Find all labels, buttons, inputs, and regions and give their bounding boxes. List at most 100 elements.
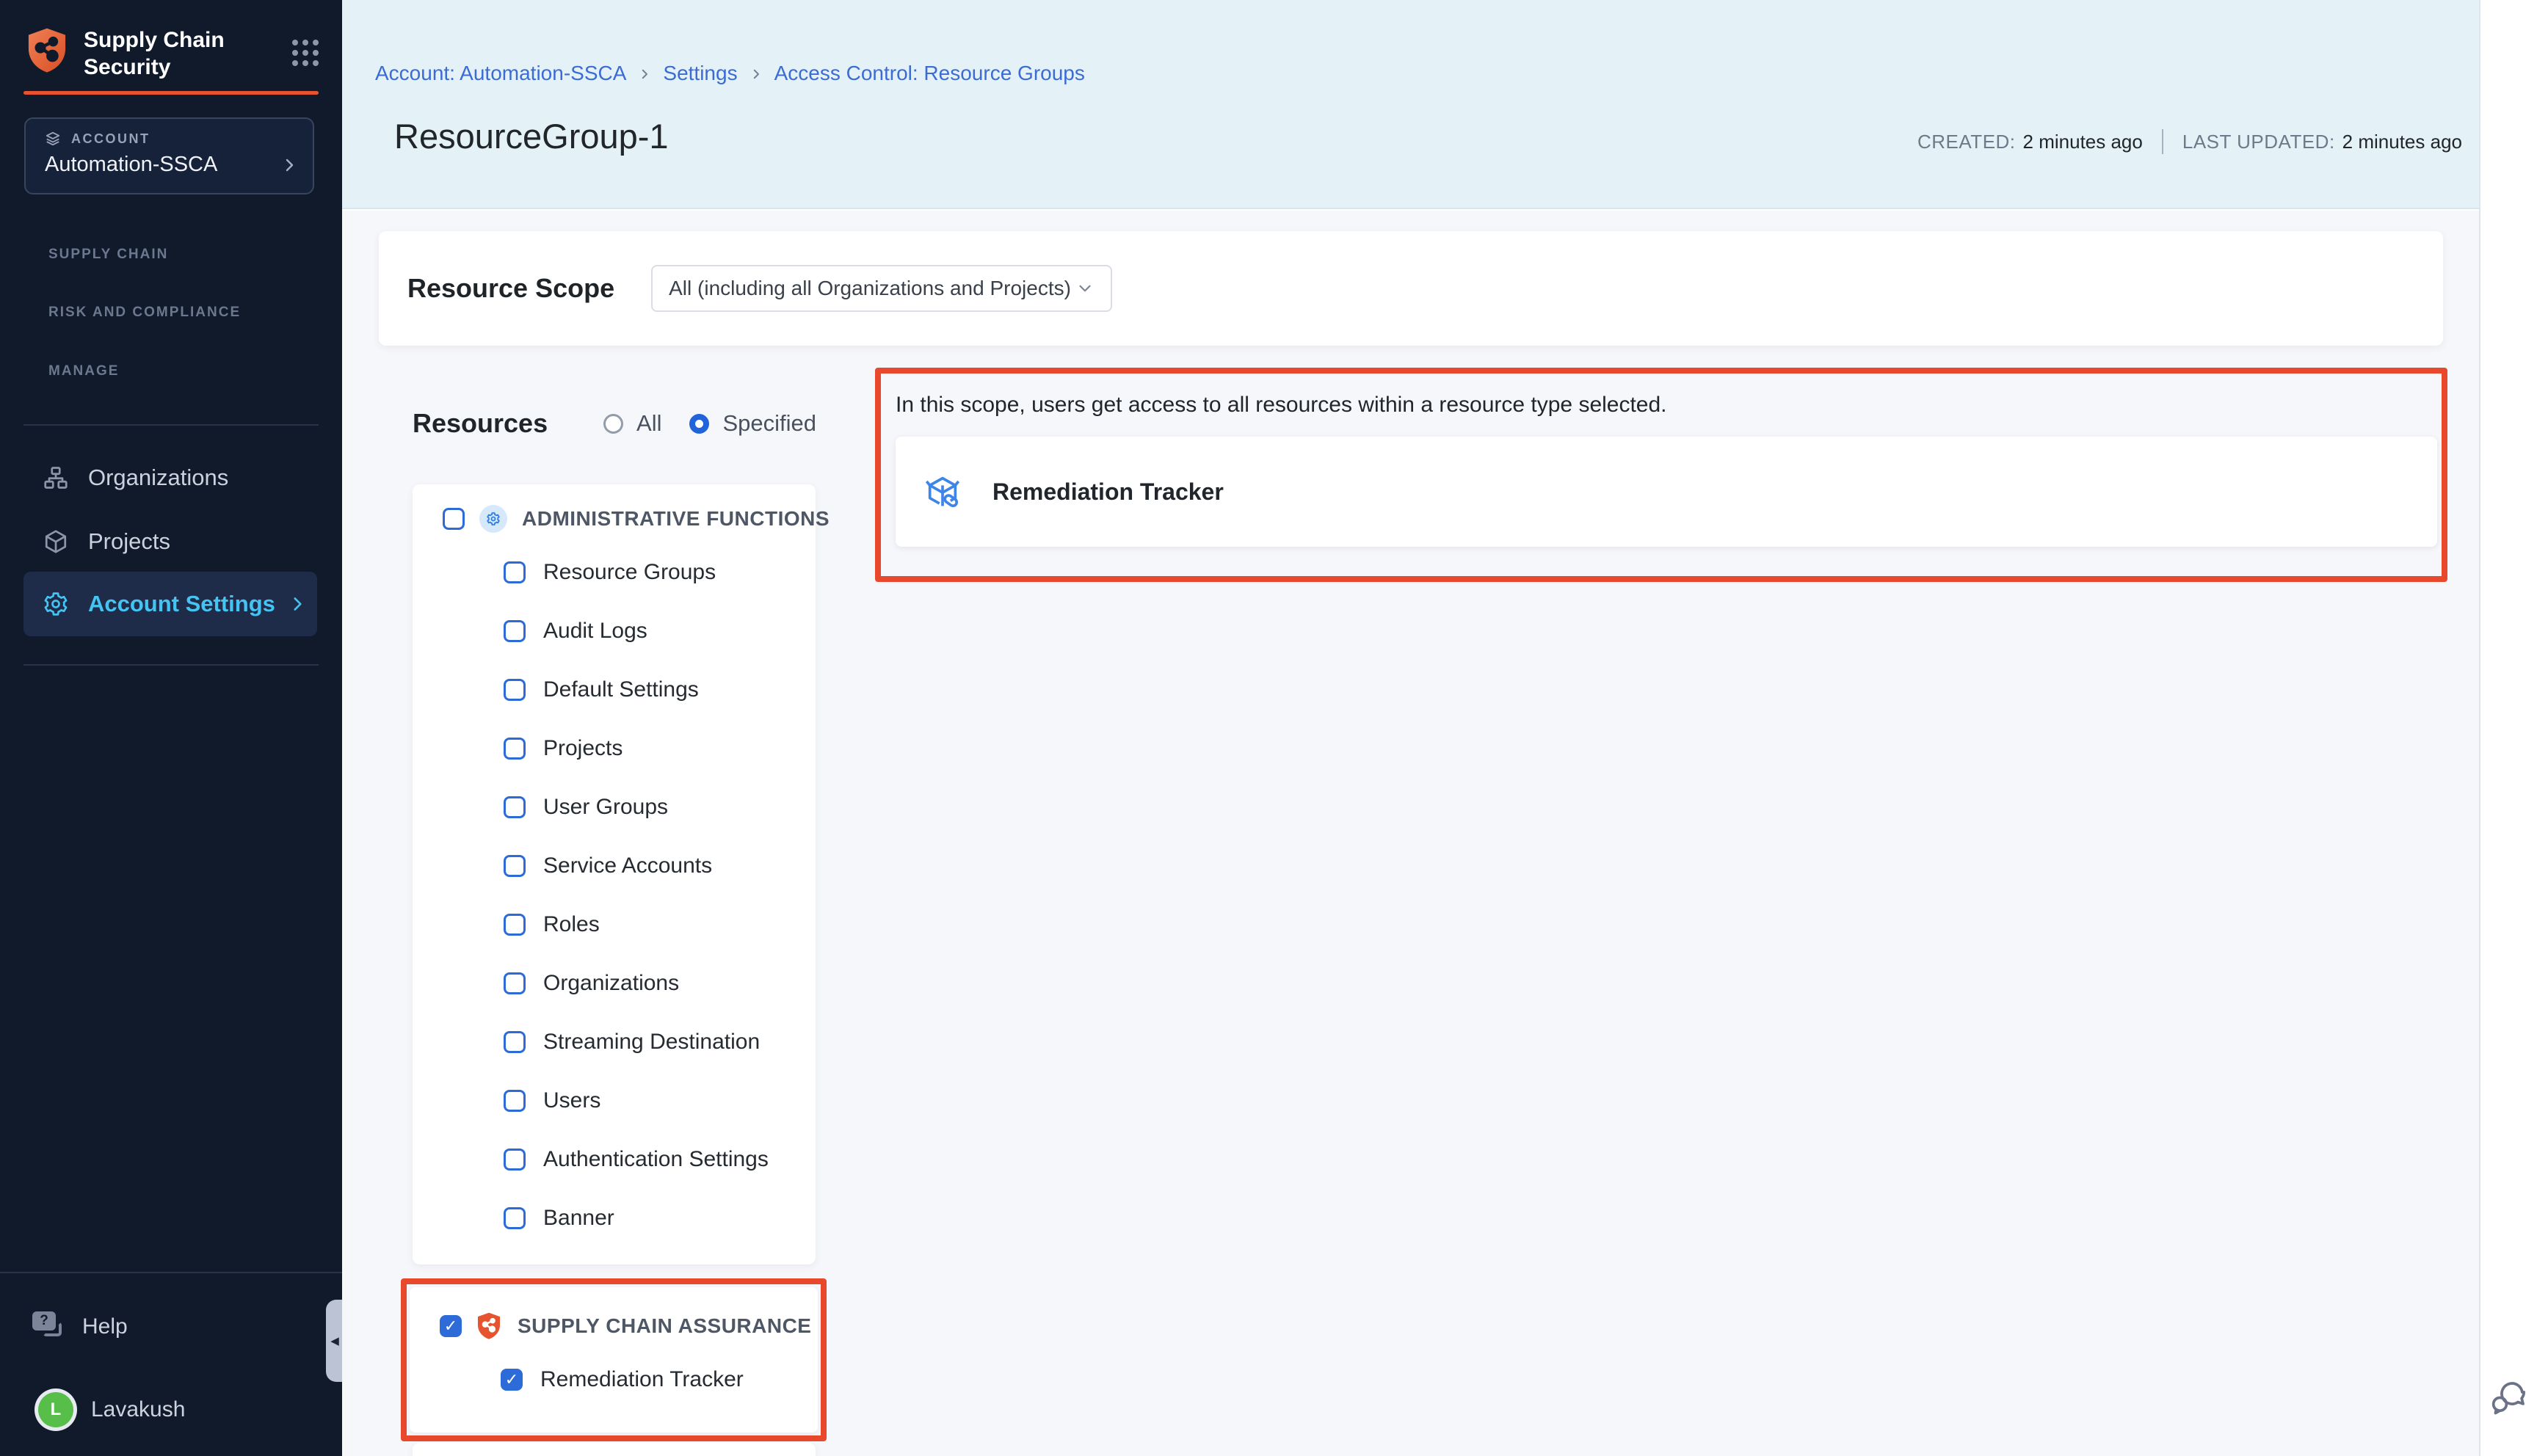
resources-title: Resources bbox=[413, 408, 548, 439]
account-selector[interactable]: ACCOUNT Automation-SSCA bbox=[24, 117, 314, 194]
resource-type-row[interactable]: User Groups bbox=[413, 778, 816, 837]
sidebar-item-account-settings[interactable]: Account Settings bbox=[23, 572, 317, 636]
resource-type-checkbox[interactable] bbox=[504, 1207, 526, 1229]
sidebar-item-label: Account Settings bbox=[88, 591, 275, 617]
resource-type-checkbox[interactable] bbox=[504, 1090, 526, 1112]
resource-type-checkbox[interactable] bbox=[501, 1369, 523, 1391]
admin-functions-section-row: ADMINISTRATIVE FUNCTIONS bbox=[413, 495, 816, 543]
created-value: 2 minutes ago bbox=[2023, 131, 2143, 153]
resource-type-checkbox[interactable] bbox=[504, 972, 526, 994]
resource-type-checkbox[interactable] bbox=[504, 1149, 526, 1171]
chevron-right-icon bbox=[638, 68, 651, 81]
avatar: L bbox=[38, 1392, 73, 1427]
main-content: Resource Scope All (including all Organi… bbox=[342, 211, 2479, 1456]
page-title: ResourceGroup-1 bbox=[394, 116, 669, 156]
resource-type-checkbox[interactable] bbox=[504, 679, 526, 701]
sidebar-collapse-handle[interactable]: ◀ bbox=[326, 1300, 344, 1382]
ssca-section-row: SUPPLY CHAIN ASSURANCE bbox=[410, 1302, 818, 1350]
gear-icon bbox=[43, 591, 69, 617]
breadcrumb: Account: Automation-SSCA Settings Access… bbox=[375, 62, 1085, 85]
resource-type-checkbox[interactable] bbox=[504, 914, 526, 936]
resource-type-checkbox[interactable] bbox=[504, 796, 526, 818]
sidebar-item-label: Organizations bbox=[88, 465, 228, 491]
radio-specified-icon[interactable] bbox=[689, 414, 709, 434]
sidebar-section-risk-and-compliance[interactable]: RISK AND COMPLIANCE bbox=[48, 305, 241, 321]
resource-type-row[interactable]: Users bbox=[413, 1071, 816, 1130]
sidebar-divider bbox=[23, 424, 319, 426]
meta-divider bbox=[2162, 129, 2163, 154]
admin-functions-title: ADMINISTRATIVE FUNCTIONS bbox=[522, 507, 830, 531]
resource-scope-selected-value: All (including all Organizations and Pro… bbox=[669, 277, 1071, 300]
sidebar-divider bbox=[23, 664, 319, 666]
resource-type-row[interactable]: Default Settings bbox=[413, 660, 816, 719]
resource-type-checkbox[interactable] bbox=[504, 738, 526, 760]
resource-type-row[interactable]: Projects bbox=[413, 719, 816, 778]
radio-all-icon[interactable] bbox=[603, 414, 623, 434]
sidebar-bottom-divider bbox=[0, 1272, 342, 1273]
resource-scope-label: Resource Scope bbox=[407, 273, 614, 304]
cube-icon bbox=[43, 528, 69, 555]
resource-scope-dropdown[interactable]: All (including all Organizations and Pro… bbox=[651, 265, 1112, 312]
sidebar-item-label: Projects bbox=[88, 528, 170, 555]
resource-type-checkbox[interactable] bbox=[504, 561, 526, 583]
resources-header: Resources All Specified bbox=[413, 403, 816, 444]
next-section-card-partial bbox=[413, 1443, 816, 1456]
user-menu[interactable]: L Lavakush bbox=[38, 1390, 288, 1430]
sidebar-header: Supply Chain Security bbox=[23, 26, 319, 81]
app-logo-shield-network-icon bbox=[23, 26, 70, 75]
org-chart-icon bbox=[43, 465, 69, 491]
resource-type-row[interactable]: Roles bbox=[413, 895, 816, 954]
resource-type-row[interactable]: Resource Groups bbox=[413, 543, 816, 602]
help-label: Help bbox=[82, 1314, 128, 1339]
account-name: Automation-SSCA bbox=[45, 153, 217, 177]
resource-type-row[interactable]: Streaming Destination bbox=[413, 1013, 816, 1071]
resource-type-checkbox[interactable] bbox=[504, 620, 526, 642]
chevron-down-icon bbox=[1075, 279, 1095, 298]
gear-badge-icon bbox=[479, 505, 507, 533]
account-selector-top: ACCOUNT bbox=[45, 131, 298, 147]
sidebar-item-organizations[interactable]: Organizations bbox=[23, 452, 317, 503]
resource-type-row[interactable]: Banner bbox=[413, 1189, 816, 1248]
ssca-section-card: SUPPLY CHAIN ASSURANCE Remediation Track… bbox=[410, 1287, 818, 1433]
annotation-box-ssca: SUPPLY CHAIN ASSURANCE Remediation Track… bbox=[401, 1278, 827, 1441]
user-name: Lavakush bbox=[91, 1397, 185, 1422]
resource-scope-card: Resource Scope All (including all Organi… bbox=[379, 231, 2443, 346]
radio-option-all[interactable]: All bbox=[603, 410, 661, 437]
shield-network-icon bbox=[475, 1311, 503, 1341]
sidebar: Supply Chain Security ACCOUNT Automation… bbox=[0, 0, 342, 1456]
breadcrumb-account-link[interactable]: Account: Automation-SSCA bbox=[375, 62, 626, 85]
admin-functions-checkbox[interactable] bbox=[443, 508, 465, 530]
scope-description: In this scope, users get access to all r… bbox=[896, 393, 2428, 418]
sidebar-section-manage[interactable]: MANAGE bbox=[48, 363, 119, 379]
help-chat-icon: ? bbox=[32, 1310, 66, 1344]
updated-value: 2 minutes ago bbox=[2342, 131, 2462, 153]
resource-type-row[interactable]: Authentication Settings bbox=[413, 1130, 816, 1189]
feedback-chat-icon[interactable] bbox=[2487, 1377, 2528, 1418]
radio-option-specified[interactable]: Specified bbox=[689, 410, 816, 437]
ssca-section-title: SUPPLY CHAIN ASSURANCE bbox=[518, 1314, 811, 1338]
chevron-right-icon bbox=[750, 68, 763, 81]
resources-radio-group: All Specified bbox=[603, 410, 816, 437]
created-label: CREATED: bbox=[1917, 131, 2016, 153]
resource-type-checkbox[interactable] bbox=[504, 855, 526, 877]
sidebar-section-supply-chain[interactable]: SUPPLY CHAIN bbox=[48, 247, 168, 263]
chevron-right-icon bbox=[288, 594, 307, 614]
breadcrumb-settings-link[interactable]: Settings bbox=[663, 62, 737, 85]
resource-type-row[interactable]: Organizations bbox=[413, 954, 816, 1013]
resource-type-row[interactable]: Service Accounts bbox=[413, 837, 816, 895]
chevron-right-icon bbox=[280, 156, 298, 174]
selected-resource-label: Remediation Tracker bbox=[992, 478, 1224, 506]
resource-type-checkbox[interactable] bbox=[504, 1031, 526, 1053]
accent-divider bbox=[23, 91, 319, 95]
help-button[interactable]: ? Help bbox=[32, 1300, 282, 1353]
breadcrumb-access-control-link[interactable]: Access Control: Resource Groups bbox=[774, 62, 1085, 85]
selected-resource-card: Remediation Tracker bbox=[896, 437, 2437, 547]
resource-type-row[interactable]: Remediation Tracker bbox=[410, 1350, 818, 1409]
radio-all-label: All bbox=[636, 410, 661, 437]
open-box-icon bbox=[923, 473, 962, 511]
resource-type-row[interactable]: Audit Logs bbox=[413, 602, 816, 660]
account-label: ACCOUNT bbox=[71, 131, 150, 147]
ssca-checkbox[interactable] bbox=[440, 1315, 462, 1337]
app-grid-icon[interactable] bbox=[292, 40, 319, 66]
sidebar-item-projects[interactable]: Projects bbox=[23, 516, 317, 567]
